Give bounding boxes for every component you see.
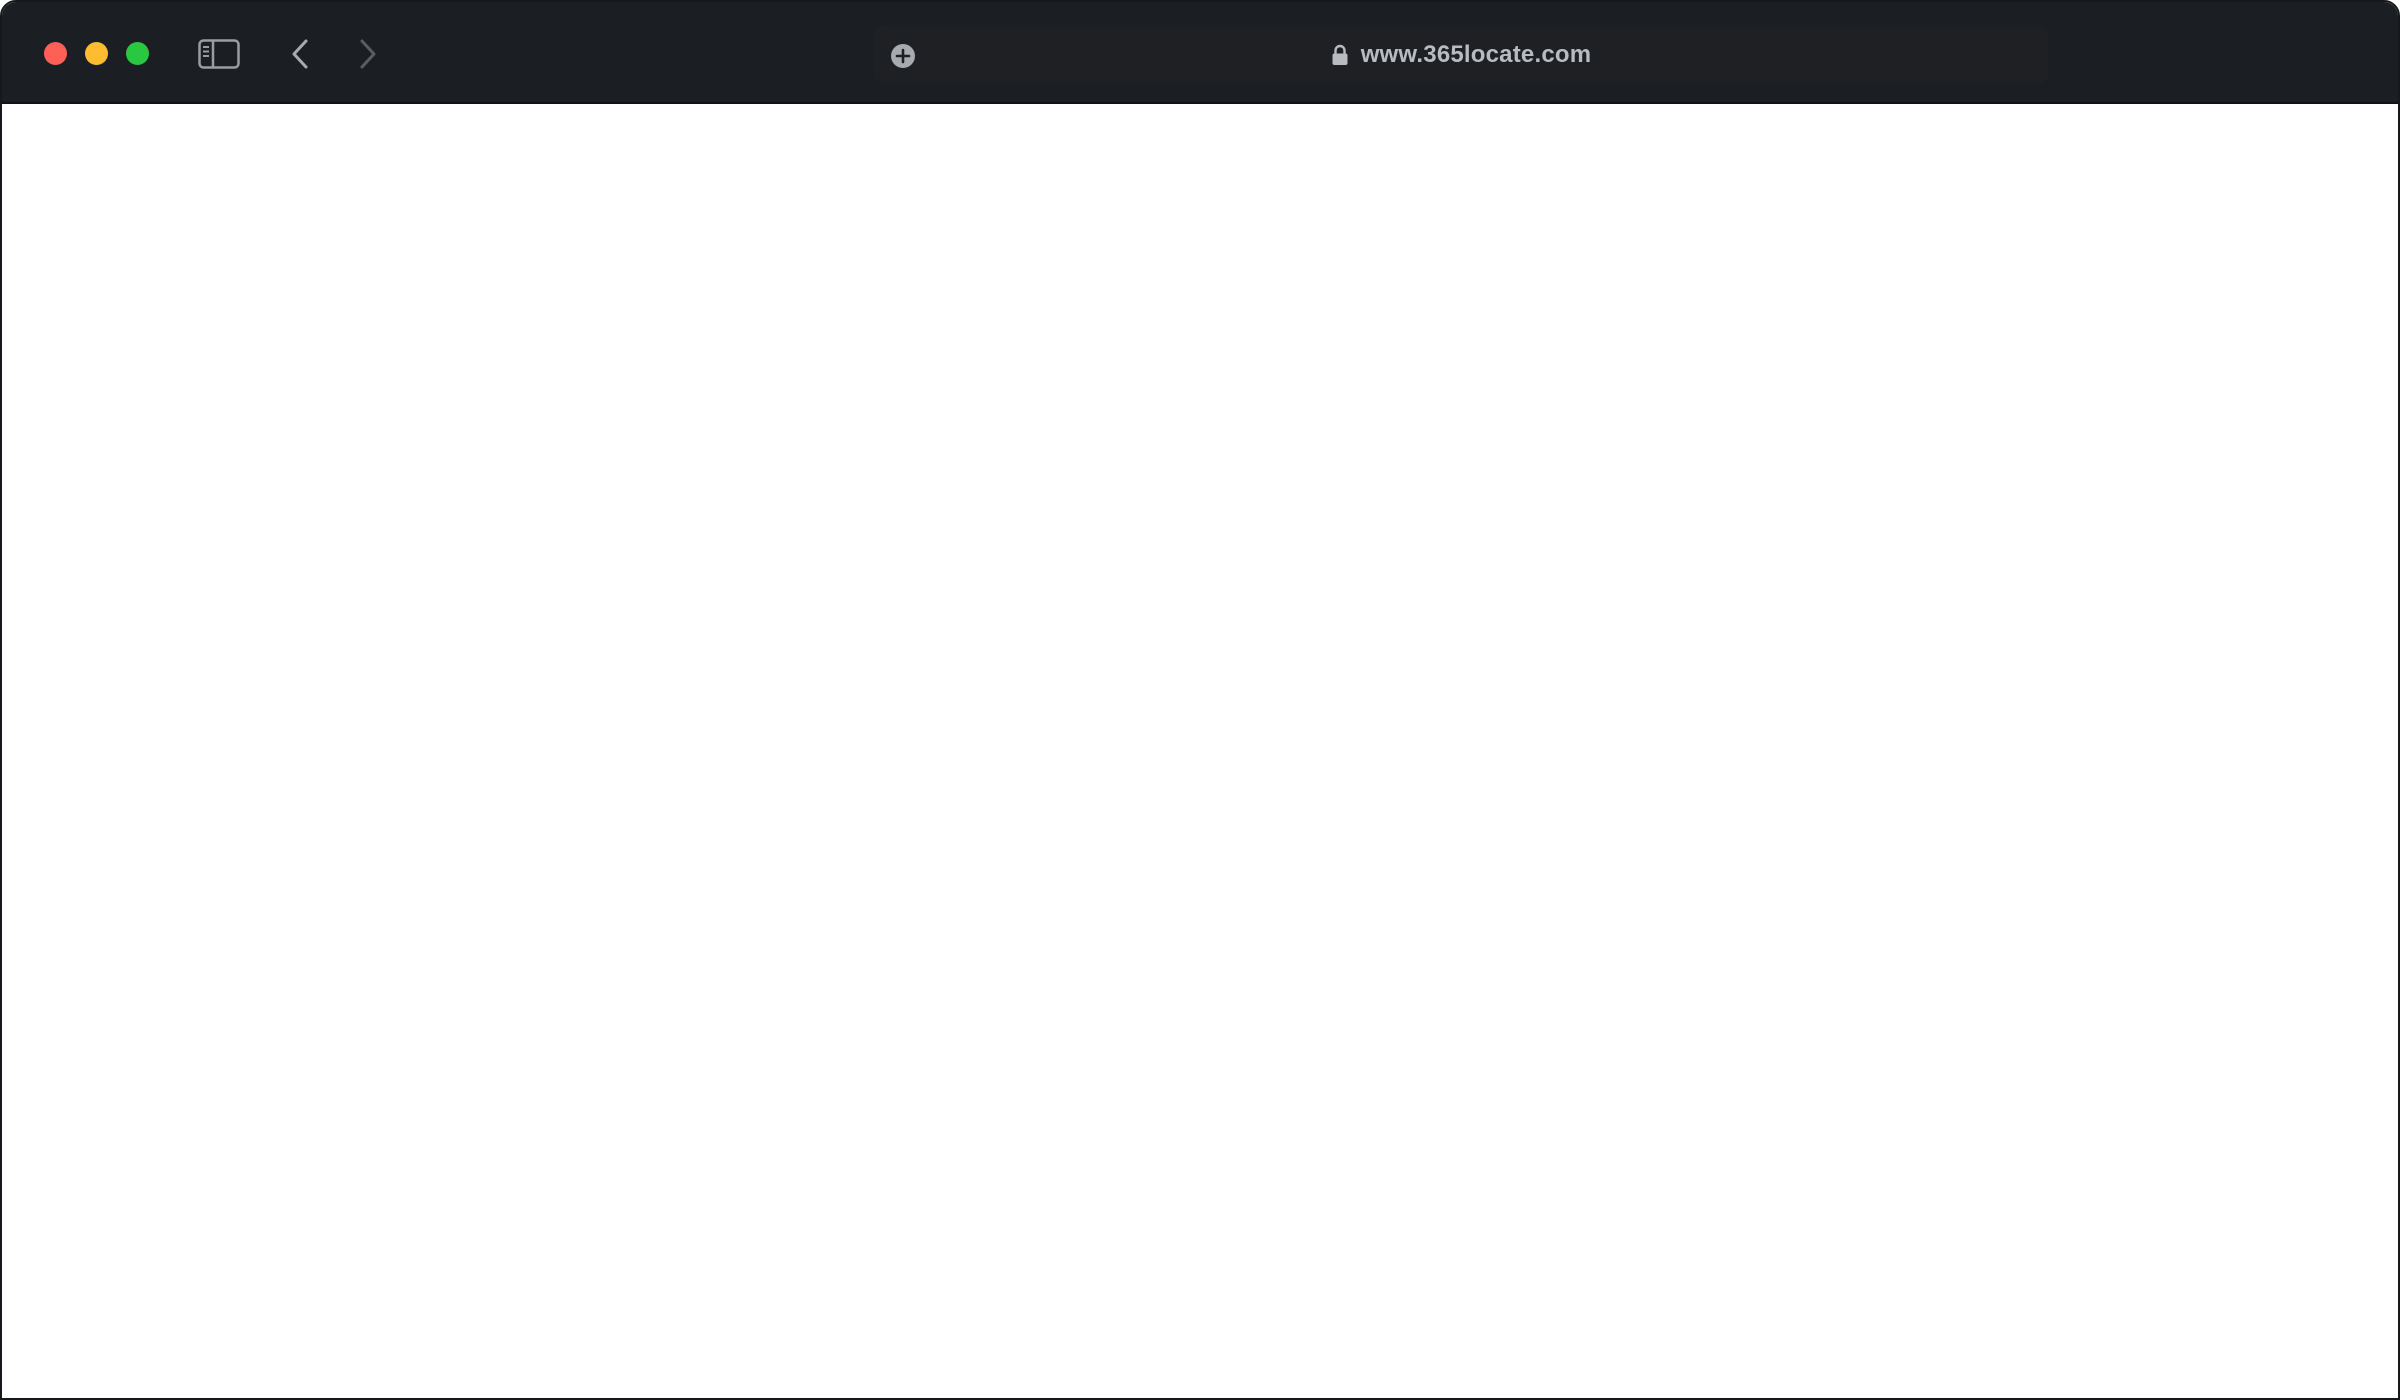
sidebar-toggle-icon	[198, 39, 240, 69]
chevron-left-icon	[292, 39, 308, 69]
lock-icon	[1332, 44, 1348, 65]
window-zoom-button[interactable]	[126, 42, 149, 65]
back-button[interactable]	[288, 36, 312, 72]
sidebar-toggle-button[interactable]	[198, 39, 240, 69]
page-content-area	[2, 106, 2398, 1398]
browser-window: www.365locate.com	[0, 0, 2400, 1400]
browser-toolbar: www.365locate.com	[2, 2, 2398, 104]
url-display: www.365locate.com	[874, 25, 2048, 85]
url-group[interactable]: www.365locate.com	[1331, 41, 1592, 69]
window-minimize-button[interactable]	[85, 42, 108, 65]
url-text: www.365locate.com	[1360, 41, 1592, 68]
chevron-right-icon	[360, 39, 376, 69]
address-bar[interactable]: www.365locate.com	[874, 25, 2048, 85]
window-close-button[interactable]	[44, 42, 67, 65]
plus-circle-icon	[891, 44, 915, 68]
site-settings-button[interactable]	[890, 43, 916, 69]
forward-button[interactable]	[356, 36, 380, 72]
